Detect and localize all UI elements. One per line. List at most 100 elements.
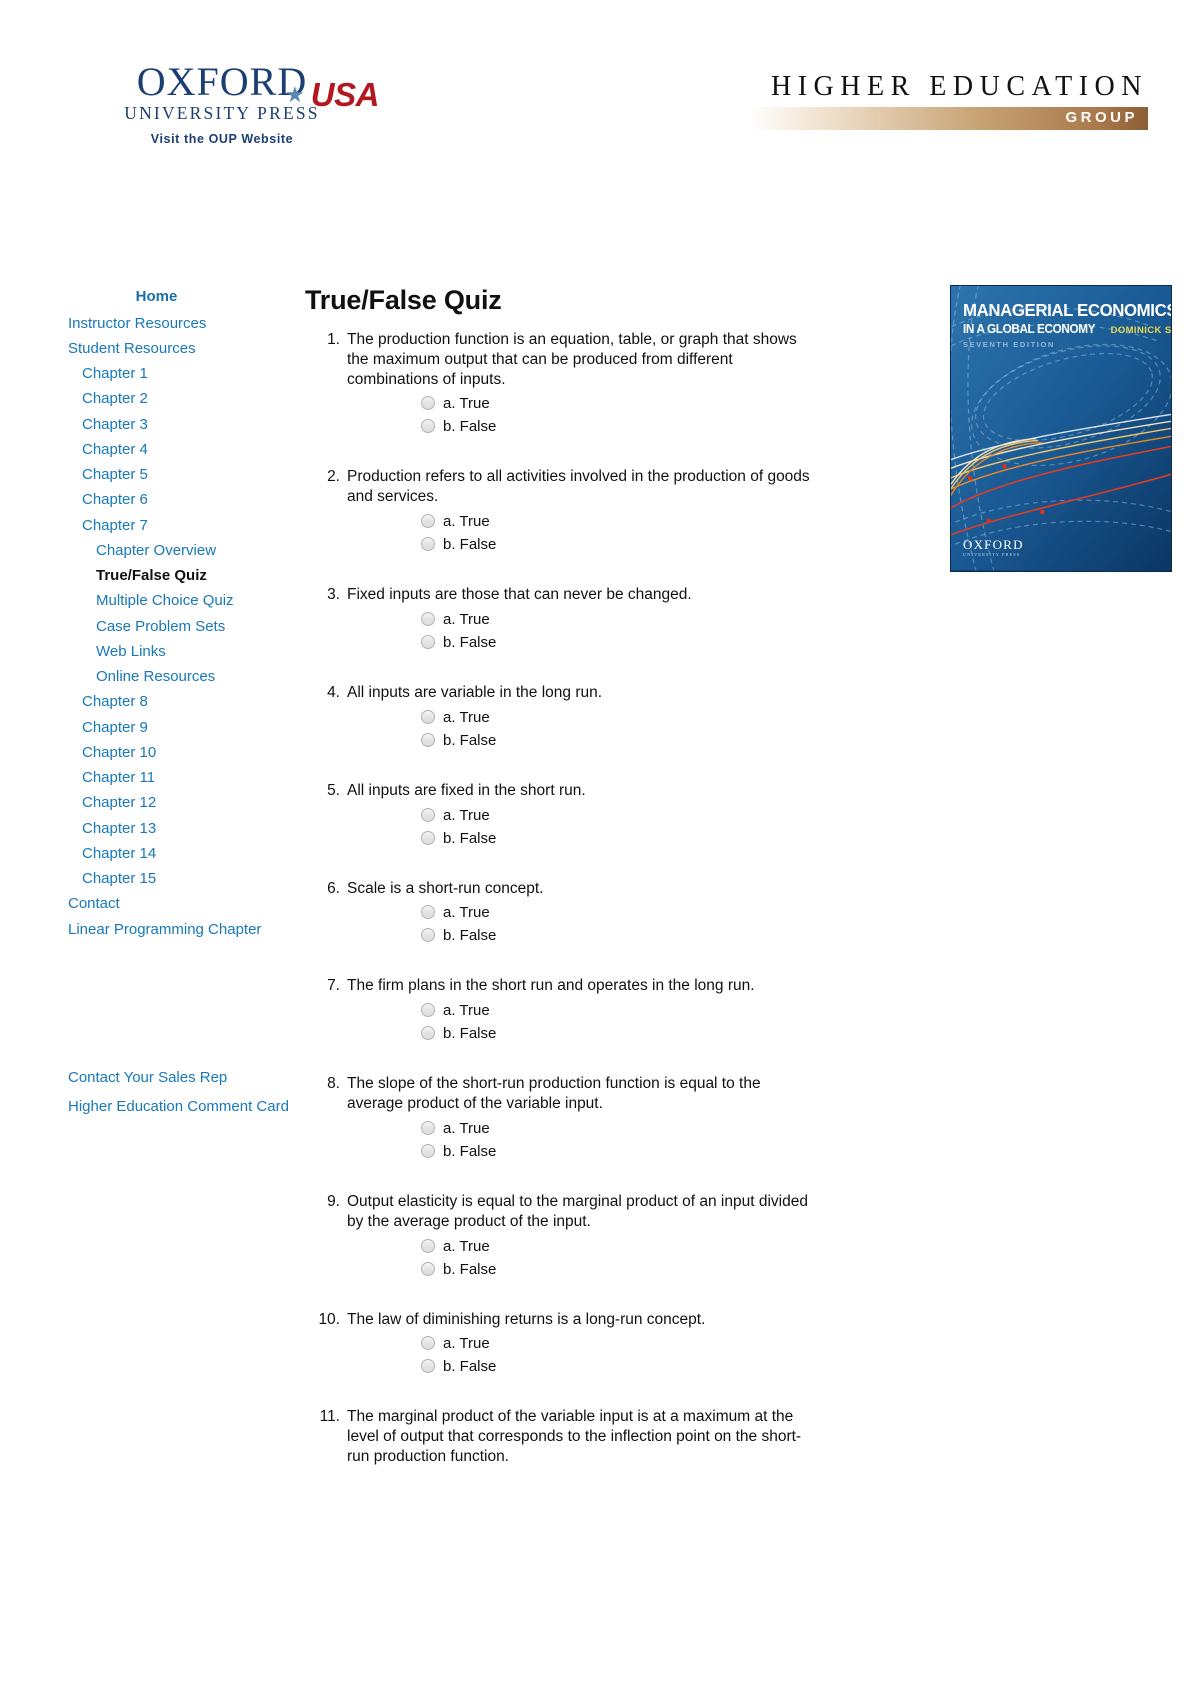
sidebar-footer-link-0[interactable]: Contact Your Sales Rep [8, 1064, 305, 1092]
radio-button-icon[interactable] [421, 732, 435, 747]
heg-group-label: GROUP [1065, 108, 1138, 126]
answer-choice[interactable]: b. False [421, 536, 934, 554]
radio-button-icon[interactable] [421, 1359, 435, 1374]
answer-choice[interactable]: b. False [421, 1261, 934, 1279]
answer-choice[interactable]: a. True [421, 1120, 934, 1138]
answer-choice[interactable]: b. False [421, 830, 934, 848]
sidebar-item-chapter-7[interactable]: Chapter 7 [8, 513, 305, 538]
question-number: 10. [318, 1310, 340, 1328]
sidebar-item-chapter-3[interactable]: Chapter 3 [8, 412, 305, 437]
sidebar-item-multiple-choice-quiz[interactable]: Multiple Choice Quiz [8, 589, 305, 614]
sidebar-item-chapter-1[interactable]: Chapter 1 [8, 362, 305, 387]
cover-publisher-block: OXFORD UNIVERSITY PRESS [963, 538, 1024, 558]
question-text: The marginal product of the variable inp… [347, 1408, 802, 1466]
answer-choice-label: b. False [443, 829, 497, 847]
radio-button-icon[interactable] [421, 419, 435, 434]
answer-choice[interactable]: a. True [421, 1002, 934, 1020]
radio-button-icon[interactable] [421, 1261, 435, 1276]
answer-choice[interactable]: b. False [421, 1358, 934, 1376]
sidebar-item-web-links[interactable]: Web Links [8, 639, 305, 664]
sidebar-item-online-resources[interactable]: Online Resources [8, 665, 305, 690]
answer-choice[interactable]: a. True [421, 513, 934, 531]
quiz-question: 9. Output elasticity is equal to the marg… [305, 1192, 934, 1284]
sidebar-item-chapter-8[interactable]: Chapter 8 [8, 690, 305, 715]
quiz-question: 4. All inputs are variable in the long ru… [305, 683, 934, 755]
answer-choice[interactable]: b. False [421, 1025, 934, 1043]
answer-choice[interactable]: b. False [421, 418, 934, 436]
radio-button-icon[interactable] [421, 396, 435, 411]
quiz-question: 2. Production refers to all activities in… [305, 467, 934, 559]
sidebar-item-chapter-overview[interactable]: Chapter Overview [8, 538, 305, 563]
radio-button-icon[interactable] [421, 514, 435, 529]
radio-button-icon[interactable] [421, 1238, 435, 1253]
question-body: All inputs are fixed in the short run. a.… [347, 781, 934, 853]
sidebar-item-linear-programming-chapter[interactable]: Linear Programming Chapter [8, 917, 305, 942]
answer-choice-label: a. True [443, 513, 490, 531]
quiz-question: 8. The slope of the short-run production … [305, 1074, 934, 1166]
radio-button-icon[interactable] [421, 1026, 435, 1041]
radio-button-icon[interactable] [421, 1003, 435, 1018]
radio-button-icon[interactable] [421, 830, 435, 845]
radio-button-icon[interactable] [421, 1336, 435, 1351]
sidebar-item-chapter-5[interactable]: Chapter 5 [8, 463, 305, 488]
sidebar-item-chapter-4[interactable]: Chapter 4 [8, 437, 305, 462]
question-number: 5. [327, 781, 340, 799]
answer-choice-label: b. False [443, 633, 497, 651]
answer-choice-label: b. False [443, 1142, 497, 1160]
answer-choice-label: b. False [443, 418, 497, 436]
answer-choice[interactable]: a. True [421, 807, 934, 825]
answer-choice[interactable]: b. False [421, 927, 934, 945]
site-header: OXFORD UNIVERSITY PRESS Visit the OUP We… [0, 0, 1200, 180]
sidebar-footer-link-1[interactable]: Higher Education Comment Card [8, 1093, 305, 1121]
radio-button-icon[interactable] [421, 807, 435, 822]
sidebar-item-chapter-9[interactable]: Chapter 9 [8, 715, 305, 740]
sidebar-item-chapter-2[interactable]: Chapter 2 [8, 387, 305, 412]
answer-choices: a. True b. False [347, 807, 934, 848]
sidebar-item-case-problem-sets[interactable]: Case Problem Sets [8, 614, 305, 639]
sidebar-item-instructor-resources[interactable]: Instructor Resources [8, 311, 305, 336]
radio-button-icon[interactable] [421, 611, 435, 626]
question-text: All inputs are fixed in the short run. [347, 781, 586, 799]
answer-choice[interactable]: a. True [421, 904, 934, 922]
radio-button-icon[interactable] [421, 709, 435, 724]
sidebar-item-chapter-14[interactable]: Chapter 14 [8, 841, 305, 866]
sidebar-item-true-false-quiz[interactable]: True/False Quiz [8, 564, 305, 589]
sidebar-item-chapter-13[interactable]: Chapter 13 [8, 816, 305, 841]
heg-title: HIGHER EDUCATION [771, 71, 1148, 102]
radio-button-icon[interactable] [421, 928, 435, 943]
answer-choice[interactable]: a. True [421, 709, 934, 727]
quiz-question: 5. All inputs are fixed in the short run.… [305, 781, 934, 853]
oup-website-link[interactable]: Visit the OUP Website [72, 132, 372, 146]
answer-choice[interactable]: a. True [421, 395, 934, 413]
answer-choice[interactable]: b. False [421, 1143, 934, 1161]
radio-button-icon[interactable] [421, 1120, 435, 1135]
sidebar-item-home[interactable]: Home [8, 285, 305, 308]
question-body: The production function is an equation, … [347, 330, 934, 441]
question-text: All inputs are variable in the long run. [347, 683, 603, 701]
question-number: 9. [327, 1192, 340, 1210]
radio-button-icon[interactable] [421, 905, 435, 920]
sidebar-item-chapter-10[interactable]: Chapter 10 [8, 740, 305, 765]
sidebar-item-student-resources[interactable]: Student Resources [8, 336, 305, 361]
quiz-question: 11. The marginal product of the variable … [305, 1407, 934, 1466]
sidebar-item-chapter-11[interactable]: Chapter 11 [8, 766, 305, 791]
answer-choice[interactable]: b. False [421, 634, 934, 652]
question-body: Output elasticity is equal to the margin… [347, 1192, 934, 1284]
answer-choice-label: a. True [443, 904, 490, 922]
cover-subtitle: IN A GLOBAL ECONOMY [963, 321, 1096, 336]
sidebar-item-chapter-6[interactable]: Chapter 6 [8, 488, 305, 513]
sidebar-item-contact[interactable]: Contact [8, 892, 305, 917]
radio-button-icon[interactable] [421, 537, 435, 552]
sidebar-item-chapter-12[interactable]: Chapter 12 [8, 791, 305, 816]
radio-button-icon[interactable] [421, 1143, 435, 1158]
answer-choice-label: b. False [443, 1260, 497, 1278]
question-body: All inputs are variable in the long run.… [347, 683, 934, 755]
answer-choice[interactable]: a. True [421, 1335, 934, 1353]
answer-choice-label: a. True [443, 1002, 490, 1020]
answer-choice[interactable]: b. False [421, 732, 934, 750]
sidebar-item-chapter-15[interactable]: Chapter 15 [8, 867, 305, 892]
radio-button-icon[interactable] [421, 634, 435, 649]
answer-choice[interactable]: a. True [421, 611, 934, 629]
answer-choice[interactable]: a. True [421, 1238, 934, 1256]
question-body: The law of diminishing returns is a long… [347, 1310, 934, 1382]
